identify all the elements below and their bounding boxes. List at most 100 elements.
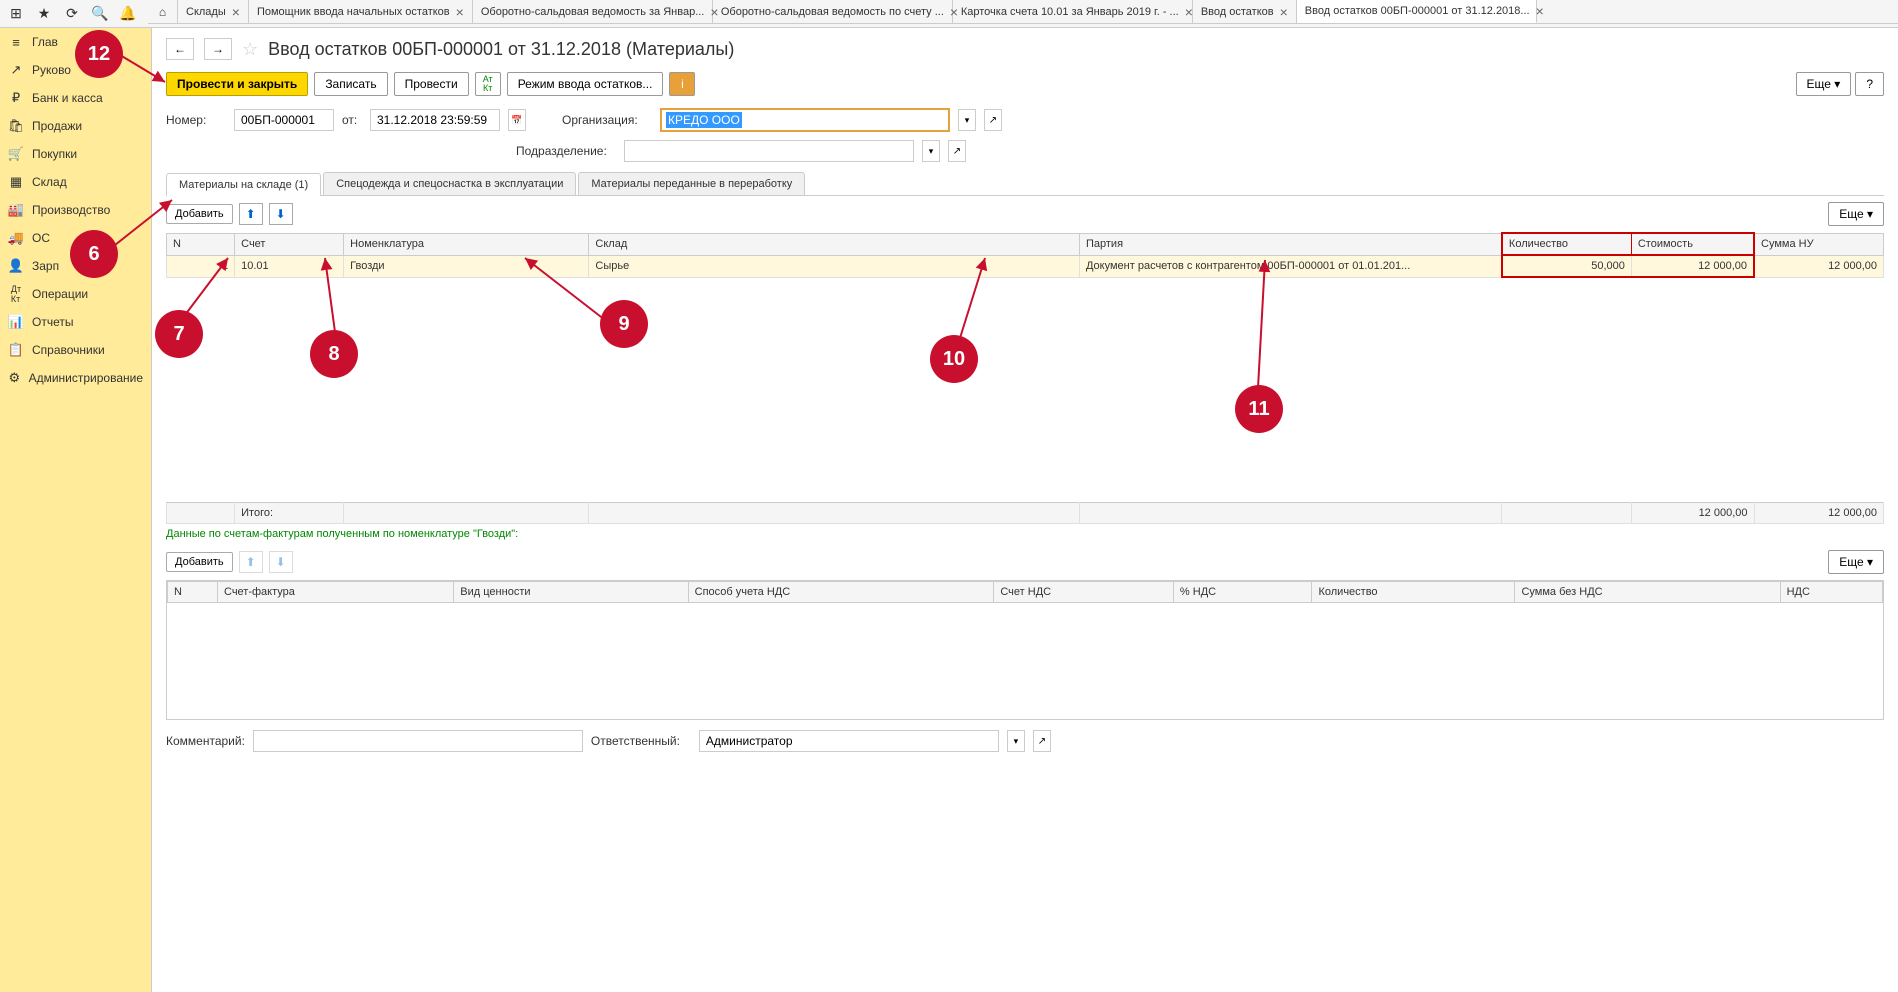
main-table: N Счет Номенклатура Склад Партия Количес… — [166, 232, 1884, 278]
grid-icon: ▦ — [8, 174, 24, 190]
sidebar-item-admin[interactable]: ⚙Администрирование — [0, 364, 151, 392]
org-label: Организация: — [562, 113, 652, 127]
col-qty[interactable]: Количество — [1502, 233, 1631, 255]
main-content: ← → ☆ Ввод остатков 00БП-000001 от 31.12… — [152, 28, 1898, 992]
tab-current[interactable]: Ввод остатков 00БП-000001 от 31.12.2018.… — [1297, 0, 1537, 23]
tab-osv1[interactable]: Оборотно-сальдовая ведомость за Январ...… — [473, 0, 713, 23]
resp-input[interactable] — [699, 730, 999, 752]
apps-icon[interactable]: ⊞ — [4, 2, 28, 26]
tab-processing[interactable]: Материалы переданные в переработку — [578, 172, 805, 195]
sidebar-item-refs[interactable]: 📋Справочники — [0, 336, 151, 364]
close-icon[interactable]: × — [456, 4, 464, 20]
cart-icon: 🛒 — [8, 146, 24, 162]
annotation-12: 12 — [75, 30, 123, 78]
total-table: Итого: 12 000,00 12 000,00 — [166, 502, 1884, 524]
sidebar-item-reports[interactable]: 📊Отчеты — [0, 308, 151, 336]
sidebar-item-sales[interactable]: 🛍Продажи — [0, 112, 151, 140]
close-icon[interactable]: × — [1536, 3, 1544, 19]
move-up-invoice[interactable]: ⬆ — [239, 551, 263, 573]
org-open[interactable]: ↗ — [984, 109, 1002, 131]
info-button[interactable]: i — [669, 72, 695, 96]
post-and-close-button[interactable]: Провести и закрыть — [166, 72, 308, 96]
sidebar-item-warehouse[interactable]: ▦Склад — [0, 168, 151, 196]
help-button[interactable]: ? — [1855, 72, 1884, 96]
sidebar-item-ops[interactable]: ДтКтОперации — [0, 280, 151, 308]
col-item[interactable]: Номенклатура — [344, 233, 589, 255]
calendar-button[interactable]: 📅 — [508, 109, 526, 131]
search-icon[interactable]: 🔍 — [88, 2, 112, 26]
close-icon[interactable]: × — [1185, 4, 1193, 20]
resp-open[interactable]: ↗ — [1033, 730, 1051, 752]
tab-helper[interactable]: Помощник ввода начальных остатков× — [249, 0, 473, 23]
form-row-1: Номер: от: 📅 Организация: КРЕДО ООО ▾ ↗ — [166, 108, 1884, 132]
more-table-button[interactable]: Еще ▾ — [1828, 202, 1884, 226]
bag-icon: 🛍 — [8, 118, 24, 134]
date-label: от: — [342, 113, 362, 127]
move-down-invoice[interactable]: ⬇ — [269, 551, 293, 573]
org-dropdown[interactable]: ▾ — [958, 109, 976, 131]
col-warehouse[interactable]: Склад — [589, 233, 1080, 255]
col-cost[interactable]: Стоимость — [1631, 233, 1754, 255]
tab-warehouses[interactable]: Склады× — [178, 0, 249, 23]
annotation-11: 11 — [1235, 385, 1283, 433]
annotation-6: 6 — [70, 230, 118, 278]
nav-forward-button[interactable]: → — [204, 38, 232, 60]
table-row[interactable]: 1 10.01 Гвозди Сырье Документ расчетов с… — [167, 255, 1884, 277]
dept-input[interactable] — [624, 140, 914, 162]
write-button[interactable]: Записать — [314, 72, 387, 96]
add-button[interactable]: Добавить — [166, 204, 233, 224]
dept-open[interactable]: ↗ — [948, 140, 966, 162]
form-row-2: Подразделение: ▾ ↗ — [166, 140, 1884, 162]
tabs-bar: ⌂ Склады× Помощник ввода начальных остат… — [148, 0, 1898, 24]
doc-header: ← → ☆ Ввод остатков 00БП-000001 от 31.12… — [166, 38, 1884, 60]
col-nu[interactable]: Сумма НУ — [1754, 233, 1884, 255]
annotation-10: 10 — [930, 335, 978, 383]
action-bar: Провести и закрыть Записать Провести АтК… — [166, 72, 1884, 96]
move-down-button[interactable]: ⬇ — [269, 203, 293, 225]
move-up-button[interactable]: ⬆ — [239, 203, 263, 225]
date-input[interactable] — [370, 109, 500, 131]
favorite-icon[interactable]: ☆ — [242, 39, 258, 60]
more-invoice-button[interactable]: Еще ▾ — [1828, 550, 1884, 574]
tab-clothing[interactable]: Спецодежда и спецоснастка в эксплуатации — [323, 172, 576, 195]
dept-dropdown[interactable]: ▾ — [922, 140, 940, 162]
annotation-7: 7 — [155, 310, 203, 358]
dtkt-button[interactable]: АтКт — [475, 72, 501, 96]
number-input[interactable] — [234, 109, 334, 131]
gear-icon: ⚙ — [8, 370, 21, 386]
chart-icon: ↗ — [8, 62, 24, 78]
bell-icon[interactable]: 🔔 — [116, 2, 140, 26]
footer: Комментарий: Ответственный: ▾ ↗ — [166, 730, 1884, 752]
dtkt-icon: ДтКт — [8, 286, 24, 302]
col-account[interactable]: Счет — [235, 233, 344, 255]
dept-label: Подразделение: — [516, 144, 616, 158]
more-button[interactable]: Еще ▾ — [1796, 72, 1852, 96]
col-n[interactable]: N — [167, 233, 235, 255]
add-invoice-button[interactable]: Добавить — [166, 552, 233, 572]
mode-button[interactable]: Режим ввода остатков... — [507, 72, 664, 96]
history-icon[interactable]: ⟳ — [60, 2, 84, 26]
resp-label: Ответственный: — [591, 734, 691, 748]
post-button[interactable]: Провести — [394, 72, 469, 96]
tab-osv2[interactable]: Оборотно-сальдовая ведомость по счету ..… — [713, 0, 953, 23]
nav-back-button[interactable]: ← — [166, 38, 194, 60]
org-input[interactable]: КРЕДО ООО — [660, 108, 950, 132]
close-icon[interactable]: × — [1280, 4, 1288, 20]
truck-icon: 🚚 — [8, 230, 24, 246]
sidebar-item-bank[interactable]: ₽Банк и касса — [0, 84, 151, 112]
invoice-table: N Счет-фактура Вид ценности Способ учета… — [167, 581, 1883, 603]
sidebar-item-buy[interactable]: 🛒Покупки — [0, 140, 151, 168]
star-icon[interactable]: ★ — [32, 2, 56, 26]
tab-enter[interactable]: Ввод остатков× — [1193, 0, 1297, 23]
col-batch[interactable]: Партия — [1079, 233, 1501, 255]
resp-dropdown[interactable]: ▾ — [1007, 730, 1025, 752]
home-tab[interactable]: ⌂ — [148, 0, 178, 23]
tab-materials[interactable]: Материалы на складе (1) — [166, 173, 321, 196]
ruble-icon: ₽ — [8, 90, 24, 106]
comment-input[interactable] — [253, 730, 583, 752]
close-icon[interactable]: × — [232, 4, 240, 20]
comment-label: Комментарий: — [166, 734, 245, 748]
tab-card[interactable]: Карточка счета 10.01 за Январь 2019 г. -… — [953, 0, 1193, 23]
sidebar-item-prod[interactable]: 🏭Производство — [0, 196, 151, 224]
person-icon: 👤 — [8, 258, 24, 274]
